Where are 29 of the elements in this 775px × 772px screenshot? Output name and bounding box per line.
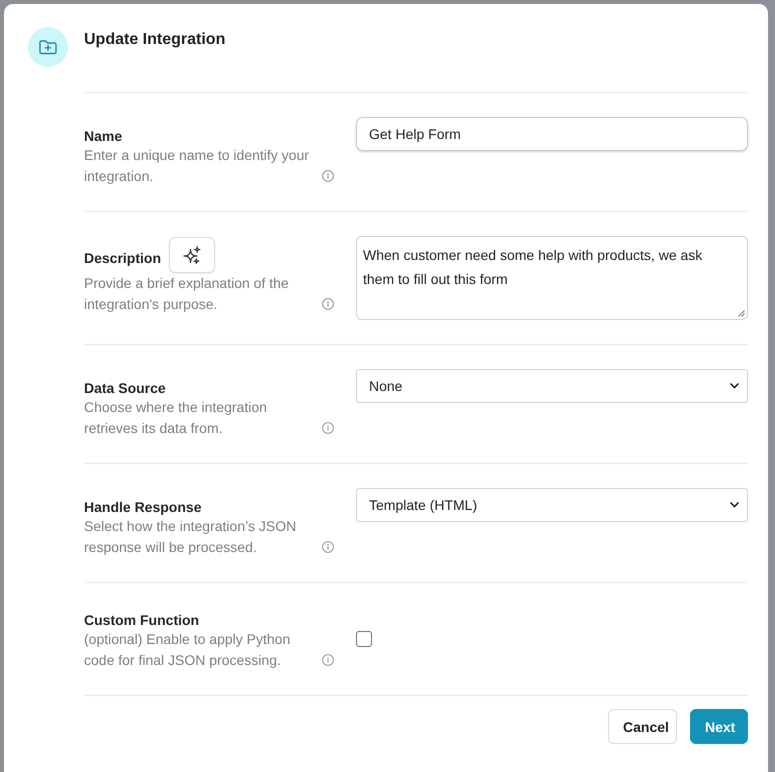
chevron-down-icon: [730, 502, 739, 508]
checkbox[interactable]: [356, 631, 372, 647]
field-description: Select how the integration’s JSON response will be processed.: [84, 517, 298, 557]
field-label: Name: [84, 127, 122, 145]
field-label: Data Source: [84, 379, 166, 397]
info-icon[interactable]: [322, 422, 334, 434]
dropdown-select[interactable]: Template (HTML): [356, 488, 748, 522]
cancel-button[interactable]: Cancel: [608, 709, 677, 744]
folder-plus-icon: [28, 27, 68, 67]
info-icon[interactable]: [322, 541, 334, 553]
chevron-down-icon: [730, 383, 739, 389]
field-label: Description: [84, 249, 162, 267]
field-description: Enter a unique name to identify your integration.: [84, 146, 310, 186]
dialog-title: Update Integration: [84, 30, 226, 50]
field-label: Custom Function: [84, 611, 200, 629]
resize-grip-icon[interactable]: [738, 310, 745, 317]
field-description: (optional) Enable to apply Python code for final JSON processing.: [84, 630, 292, 670]
description-text-area[interactable]: When customer need some help with products, we ask them to fill out this form: [356, 236, 748, 320]
info-icon[interactable]: [322, 298, 334, 310]
ai-assist-button[interactable]: [169, 237, 216, 273]
info-icon[interactable]: [322, 170, 334, 182]
info-icon[interactable]: [322, 654, 334, 666]
next-button[interactable]: Next: [690, 709, 748, 744]
field-label: Handle Response: [84, 498, 202, 516]
dropdown-select[interactable]: None: [356, 369, 748, 403]
sparkle-icon: [183, 246, 202, 264]
name-input-field[interactable]: Get Help Form: [356, 117, 748, 151]
field-description: Choose where the integration retrieves its data from.: [84, 398, 268, 438]
field-description: Provide a brief explanation of the integration's purpose.: [84, 274, 290, 314]
